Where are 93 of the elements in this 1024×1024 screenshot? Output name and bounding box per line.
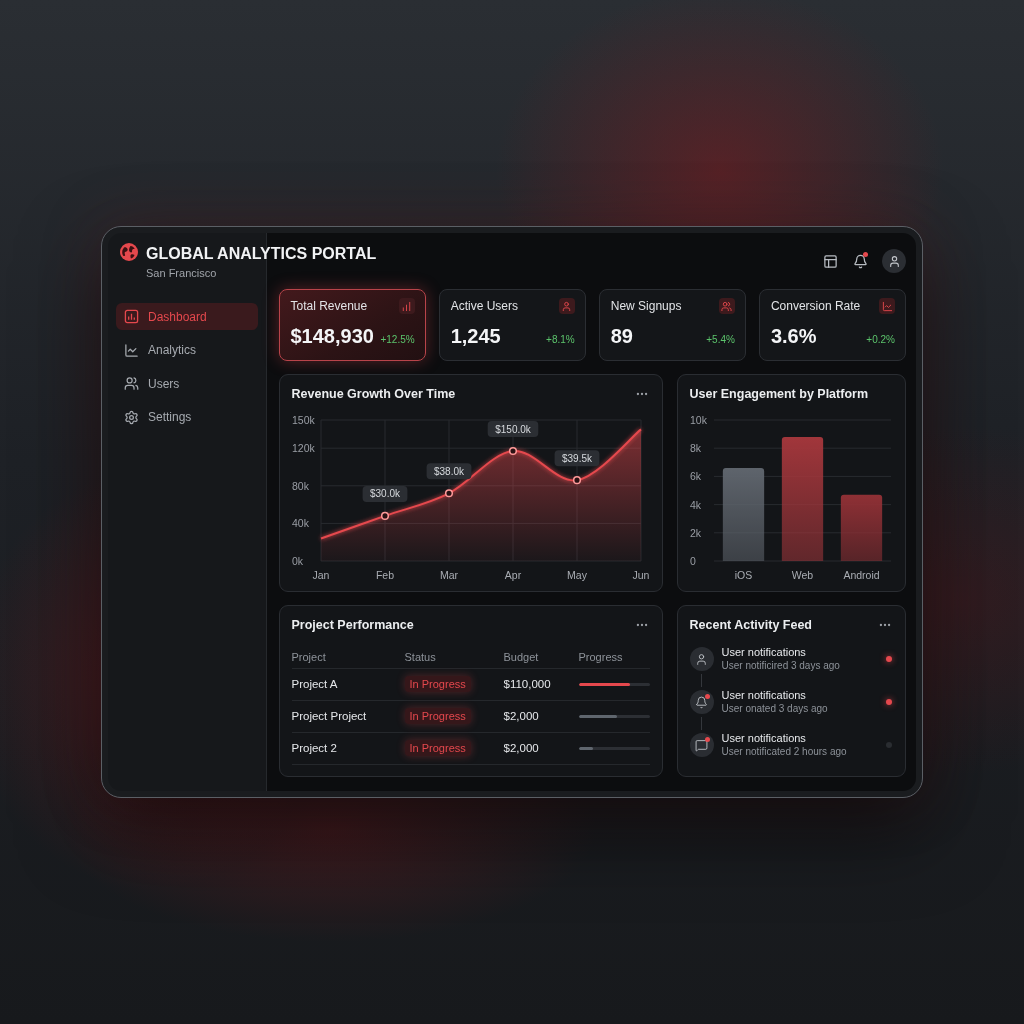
kpi-value: 89: [610, 324, 633, 348]
message-icon: [689, 733, 714, 757]
avatar-button[interactable]: [882, 249, 906, 273]
axis-label: 0k: [291, 555, 303, 567]
table-cell: Project A: [291, 668, 405, 700]
user-icon: [887, 254, 901, 268]
axis-label: 4k: [689, 498, 701, 511]
layout-button[interactable]: [822, 253, 838, 269]
axis-label: Jan: [312, 569, 329, 581]
data-point: [444, 489, 453, 498]
panel-layout-icon: [822, 253, 838, 269]
activity-title: User notifications: [721, 689, 807, 702]
kpi-value: 1,245: [450, 324, 501, 348]
annotation: $39.5k: [561, 452, 593, 464]
bar: [840, 494, 882, 561]
axis-label: 6k: [689, 470, 701, 483]
status-tag: In Progress: [404, 708, 471, 724]
card-title: User Engagement by Platform: [689, 387, 868, 401]
axis-label: 10k: [689, 414, 707, 426]
kpi-label: Conversion Rate: [770, 299, 861, 313]
table-cell: $110,000: [503, 668, 579, 700]
activity-detail: User notificired 3 days ago: [721, 659, 841, 672]
card-title: Project Performance: [291, 618, 414, 632]
bar-chart-icon: [398, 298, 415, 314]
activity-title: User notifications: [721, 646, 807, 659]
notifications-button[interactable]: [852, 253, 868, 269]
axis-label: Jun: [632, 569, 649, 581]
settings-icon: [124, 409, 139, 425]
timeline-connector: [701, 674, 702, 687]
nav-item[interactable]: Users: [116, 370, 258, 397]
status-tag: In Progress: [404, 740, 471, 756]
activity-detail: User onated 3 days ago: [721, 702, 829, 715]
activity-detail: User notificated 2 hours ago: [721, 745, 848, 758]
axis-label: Apr: [504, 569, 521, 581]
table-cell: Project Project: [291, 700, 405, 732]
value-label: $39.5k: [554, 450, 599, 467]
table-cell: Project 2: [291, 732, 405, 764]
value-label: $150.0k: [487, 421, 538, 437]
annotation: $30.0k: [369, 488, 401, 500]
data-point: [508, 446, 517, 456]
nav-item[interactable]: Settings: [116, 403, 258, 431]
table-cell: $2,000: [503, 700, 579, 732]
column-header: Budget: [503, 646, 579, 668]
axis-label: 120k: [291, 442, 315, 455]
timeline-connector: [701, 717, 702, 730]
kpi-change: +5.4%: [706, 334, 735, 345]
nav-item[interactable]: Dashboard: [116, 303, 258, 330]
table-cell: $2,000: [503, 732, 579, 764]
annotation: $38.0k: [433, 465, 465, 477]
users-icon: [124, 376, 139, 391]
axis-label: 2k: [689, 526, 701, 539]
nav-item[interactable]: Analytics: [116, 336, 258, 364]
app-title: GLOBAL ANALYTICS PORTAL: [146, 243, 377, 263]
bar-chart-icon: [124, 309, 139, 324]
axis-label: Android: [842, 569, 880, 581]
axis-label: Feb: [375, 569, 394, 581]
axis-label: Web: [791, 569, 813, 581]
kpi-value: 3.6%: [770, 324, 817, 348]
globe-icon: [120, 242, 138, 261]
card-title: Revenue Growth Over Time: [291, 387, 456, 401]
annotation: $150.0k: [494, 423, 532, 435]
location-label: San Francisco: [146, 266, 218, 280]
users-icon: [718, 298, 735, 314]
column-header: Status: [404, 646, 504, 668]
axis-label: 8k: [689, 442, 701, 455]
line-chart-icon: [124, 342, 139, 358]
value-label: $38.0k: [426, 463, 471, 480]
kpi-change: +8.1%: [546, 334, 575, 345]
kpi-change: +12.5%: [380, 334, 415, 345]
axis-label: 0: [689, 555, 696, 567]
data-point: [380, 511, 389, 520]
column-header: Project: [291, 646, 405, 668]
axis-label: 150k: [291, 414, 315, 426]
kpi-label: New Signups: [610, 299, 682, 313]
user-icon: [689, 647, 714, 671]
axis-label: May: [566, 569, 587, 581]
axis-label: 40k: [291, 517, 309, 530]
user-icon: [558, 298, 575, 314]
data-point: [572, 476, 581, 485]
status-tag: In Progress: [404, 676, 471, 692]
axis-label: 80k: [291, 479, 309, 492]
kpi-label: Total Revenue: [290, 299, 368, 313]
axis-label: Mar: [439, 569, 458, 581]
line-chart-icon: [879, 298, 895, 314]
activity-title: User notifications: [721, 732, 807, 745]
kpi-label: Active Users: [450, 299, 518, 313]
kpi-value: $148,930: [290, 324, 374, 348]
card-title: Recent Activity Feed: [689, 618, 812, 632]
bell-icon: [689, 690, 714, 714]
axis-label: iOS: [734, 569, 752, 581]
bell-icon: [852, 253, 868, 269]
column-header: Progress: [578, 646, 650, 668]
kpi-change: +0.2%: [866, 334, 895, 345]
